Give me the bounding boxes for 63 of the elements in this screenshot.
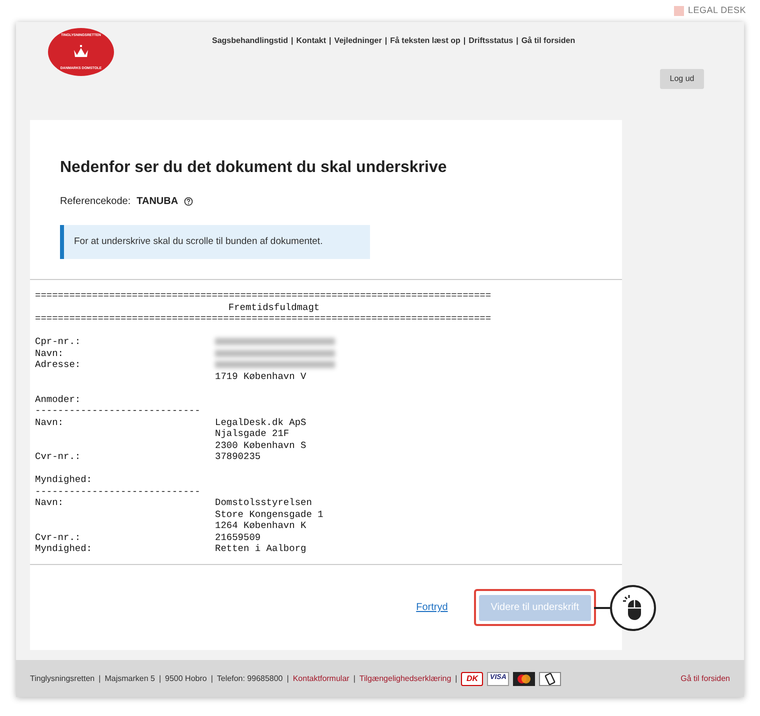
- field-value: 1264 København K: [215, 520, 306, 532]
- nav-link[interactable]: Driftsstatus: [468, 35, 514, 47]
- separator: |: [455, 672, 458, 684]
- field-value: LegalDesk.dk ApS: [215, 416, 306, 428]
- separator: |: [158, 672, 162, 684]
- payment-card-icon: [539, 672, 562, 686]
- field-label: Cpr-nr.:: [35, 336, 81, 347]
- field-label: Adresse:: [35, 359, 81, 370]
- crown-icon: [72, 45, 90, 59]
- field-value: 2300 København S: [215, 440, 306, 451]
- separator: |: [353, 672, 356, 684]
- separator: |: [463, 35, 466, 47]
- reference-code: TANUBA: [136, 195, 178, 209]
- document-heading: Anmoder:: [35, 394, 81, 405]
- notice-text: For at underskrive skal du scrolle til bunden af dokumentet.: [74, 234, 323, 249]
- field-label: Cvr-nr.:: [35, 451, 81, 462]
- home-link[interactable]: Gå til forsiden: [680, 674, 730, 682]
- field-label: Myndighed:: [35, 543, 92, 554]
- document-rule: ================================================================================: [35, 290, 492, 302]
- field-label: Cvr-nr.:: [35, 532, 81, 542]
- field-value: Njalsgade 21F: [215, 428, 290, 440]
- footer-text: Tinglysningsretten: [30, 672, 95, 684]
- document-rule: ================================================================================: [35, 313, 492, 324]
- logout-button[interactable]: Log ud: [660, 69, 704, 89]
- footer-text: Telefon: 99685800: [216, 672, 283, 684]
- field-label: Navn:: [35, 416, 64, 428]
- nav-link[interactable]: Vejledninger: [334, 35, 382, 47]
- field-value: Domstolsstyrelsen: [215, 497, 312, 508]
- footer-text: Majsmarken 5: [104, 672, 155, 684]
- help-icon[interactable]: [184, 197, 194, 206]
- separator: |: [329, 35, 332, 47]
- nav-link[interactable]: Kontakt: [296, 35, 326, 47]
- cancel-link[interactable]: Fortryd: [416, 600, 448, 615]
- mouse-click-icon: [622, 595, 644, 621]
- field-label: Navn:: [35, 497, 64, 508]
- separator: |: [98, 672, 101, 684]
- nav-link[interactable]: Sagsbehandlingstid: [212, 35, 288, 47]
- separator: |: [286, 672, 289, 684]
- footer-link[interactable]: Kontaktformular: [292, 672, 350, 684]
- document-rule: -----------------------------: [35, 405, 202, 416]
- separator: |: [516, 35, 518, 47]
- field-value: 21659509: [215, 532, 261, 543]
- separator: |: [210, 672, 213, 684]
- nav-link[interactable]: Gå til forsiden: [521, 35, 576, 47]
- brand-name: LEGAL DESK: [688, 4, 746, 18]
- nav-link[interactable]: Få teksten læst op: [390, 35, 460, 47]
- field-value: Retten i Aalborg: [215, 543, 306, 554]
- document-heading: Myndighed:: [35, 474, 92, 486]
- page-title: Nedenfor ser du det dokument du skal underskrive: [60, 158, 448, 178]
- footer-link[interactable]: Tilgængelighedserklæring: [359, 672, 452, 684]
- separator: |: [291, 35, 294, 47]
- reference-label: Referencekode:: [60, 195, 131, 209]
- mastercard-icon: [513, 672, 536, 686]
- dankort-logo: DK: [461, 672, 484, 686]
- field-value: 1719 København V: [215, 370, 306, 382]
- document-title: Fremtidsfuldmagt: [227, 302, 321, 313]
- brand-logo-icon: [674, 6, 684, 16]
- field-value: Store Kongensgade 1: [215, 508, 324, 520]
- field-value: 37890235: [215, 451, 261, 462]
- document-rule: -----------------------------: [35, 486, 202, 497]
- footer-text: 9500 Hobro: [165, 672, 207, 684]
- separator: |: [384, 35, 388, 47]
- field-label: Navn:: [35, 348, 64, 358]
